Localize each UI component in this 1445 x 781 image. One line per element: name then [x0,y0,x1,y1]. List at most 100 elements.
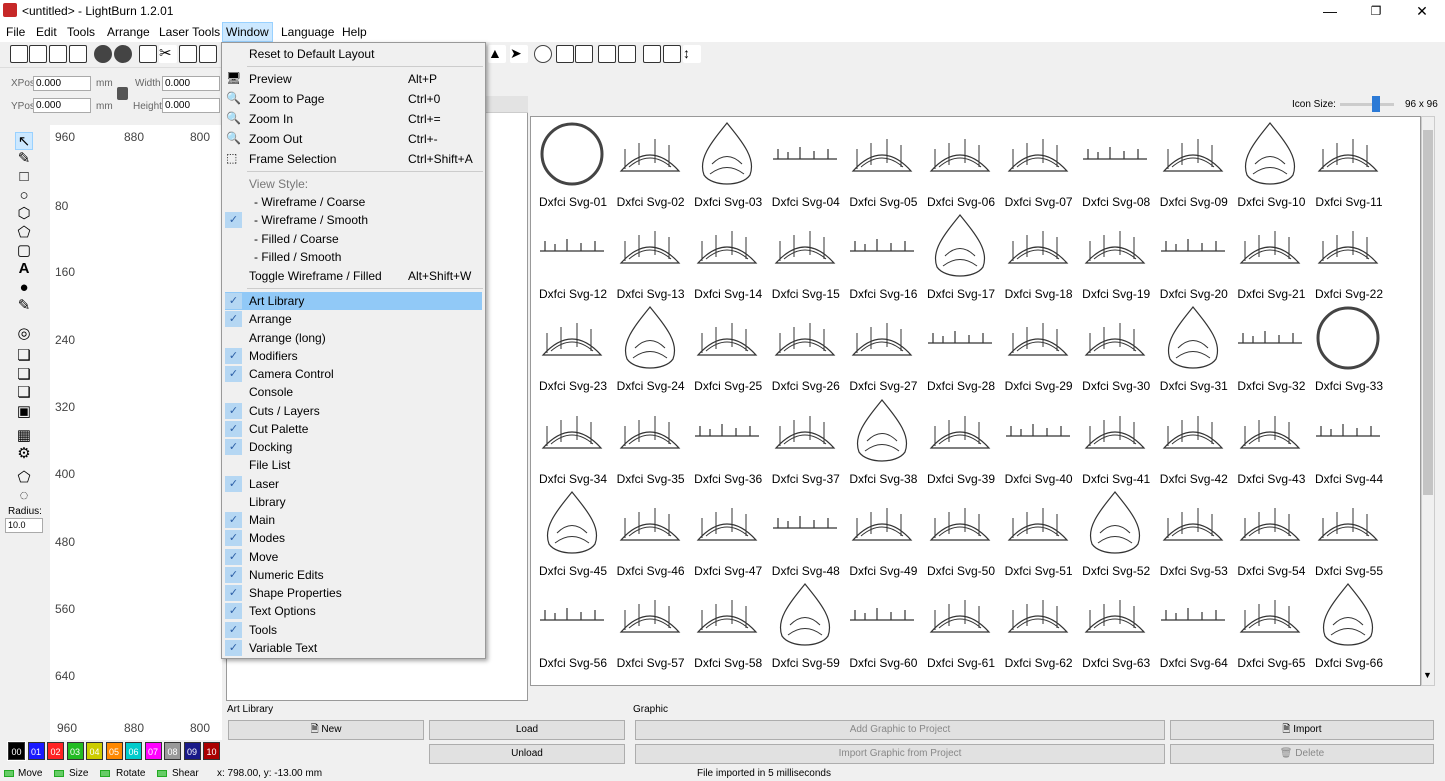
art-item[interactable]: Dxfci Svg-34 [533,394,610,486]
polygon-icon[interactable]: ⬡ [15,205,33,223]
paste-icon[interactable] [179,45,197,63]
menu-item-preview[interactable]: 🖥 Preview Alt+P [222,70,485,88]
menu-item-panel[interactable]: Console [222,383,485,401]
maximize-icon[interactable]: ❐ [1353,0,1399,22]
menu-item-zoom-out[interactable]: 🔍 Zoom Out Ctrl+- [222,130,485,148]
palette-swatch[interactable]: 01 [27,742,45,760]
scrollbar-thumb[interactable] [1423,130,1433,495]
menu-item-toggle-wireframe[interactable]: Toggle Wireframe / Filled Alt+Shift+W [222,267,485,285]
art-item[interactable]: Dxfci Svg-17 [921,209,998,301]
add-graphic-button[interactable]: Add Graphic to Project [635,720,1165,740]
menu-item-frame-selection[interactable]: ⬚ Frame Selection Ctrl+Shift+A [222,150,485,168]
art-item[interactable]: Dxfci Svg-23 [533,301,610,393]
boolean-diff-icon[interactable]: ❏ [15,366,33,384]
shear-toggle-icon[interactable] [157,770,167,777]
fillet-icon[interactable]: ◌ [15,487,33,505]
save-icon[interactable] [49,45,67,63]
art-item[interactable]: Dxfci Svg-40 [999,394,1076,486]
menu-item-filled-smooth[interactable]: - Filled / Smooth [222,248,485,266]
art-item[interactable]: Dxfci Svg-20 [1154,209,1231,301]
menu-arrange[interactable]: Arrange [107,25,150,39]
rectangle-icon[interactable]: □ [15,168,33,186]
measure-icon[interactable]: ✎ [15,297,33,315]
art-item[interactable]: Dxfci Svg-64 [1154,578,1231,670]
menu-item-panel[interactable]: ✓ Modes [222,529,485,547]
art-item[interactable]: Dxfci Svg-44 [1309,394,1386,486]
palette-swatch[interactable]: 07 [144,742,162,760]
shape-icon[interactable]: ⬠ [15,224,33,242]
menu-tools[interactable]: Tools [67,25,95,39]
redo-icon[interactable] [114,45,132,63]
palette-swatch[interactable]: 03 [66,742,84,760]
menu-item-panel[interactable]: ✓ Docking [222,438,485,456]
menu-laser-tools[interactable]: Laser Tools [159,25,220,39]
art-item[interactable]: Dxfci Svg-02 [611,117,688,209]
art-item[interactable]: Dxfci Svg-09 [1154,117,1231,209]
art-item[interactable]: Dxfci Svg-16 [843,209,920,301]
new-file-icon[interactable] [10,45,28,63]
art-item[interactable]: Dxfci Svg-52 [1076,486,1153,578]
art-item[interactable]: Dxfci Svg-11 [1309,117,1386,209]
art-item[interactable]: Dxfci Svg-42 [1154,394,1231,486]
minimize-icon[interactable]: — [1307,0,1353,22]
art-item[interactable]: Dxfci Svg-36 [688,394,765,486]
rotate-toggle-icon[interactable] [100,770,110,777]
art-item[interactable]: Dxfci Svg-60 [843,578,920,670]
align-icon[interactable] [556,45,574,63]
art-item[interactable]: Dxfci Svg-38 [843,394,920,486]
menu-window[interactable]: Window [222,22,273,42]
art-item[interactable]: Dxfci Svg-54 [1231,486,1308,578]
art-item[interactable]: Dxfci Svg-39 [921,394,998,486]
align-center-icon[interactable] [618,45,636,63]
menu-item-panel[interactable]: ✓ Cuts / Layers [222,402,485,420]
menu-item-panel[interactable]: ✓ Tools [222,621,485,639]
art-item[interactable]: Dxfci Svg-49 [843,486,920,578]
menu-item-filled-coarse[interactable]: - Filled / Coarse [222,230,485,248]
scroll-down-icon[interactable]: ▼ [1423,670,1432,680]
art-item[interactable]: Dxfci Svg-26 [766,301,843,393]
art-item[interactable]: Dxfci Svg-58 [688,578,765,670]
art-item[interactable]: Dxfci Svg-55 [1309,486,1386,578]
art-item[interactable]: Dxfci Svg-56 [533,578,610,670]
art-item[interactable]: Dxfci Svg-07 [999,117,1076,209]
art-item[interactable]: Dxfci Svg-47 [688,486,765,578]
import-graphic-button[interactable]: Import Graphic from Project [635,744,1165,764]
import-button[interactable]: 🗎 Import [1170,720,1434,740]
art-item[interactable]: Dxfci Svg-45 [533,486,610,578]
art-item[interactable]: Dxfci Svg-13 [611,209,688,301]
distribute-icon[interactable] [575,45,593,63]
new-library-button[interactable]: 🗎 New [228,720,424,740]
load-library-button[interactable]: Load [429,720,625,740]
art-item[interactable]: Dxfci Svg-31 [1154,301,1231,393]
art-item[interactable]: Dxfci Svg-41 [1076,394,1153,486]
art-item[interactable]: Dxfci Svg-12 [533,209,610,301]
art-item[interactable]: Dxfci Svg-35 [611,394,688,486]
position-icon[interactable]: ● [15,279,33,297]
menu-item-zoom-in[interactable]: 🔍 Zoom In Ctrl+= [222,110,485,128]
radius-input[interactable]: 10.0 [5,518,43,533]
menu-item-wireframe-smooth[interactable]: ✓ - Wireframe / Smooth [222,211,485,229]
palette-swatch[interactable]: 04 [86,742,103,760]
move-icon[interactable]: ↕ [683,45,701,63]
height-input[interactable]: 0.000 [162,98,220,113]
menu-language[interactable]: Language [281,25,334,39]
palette-swatch[interactable]: 06 [125,742,142,760]
menu-item-panel[interactable]: ✓ Art Library [225,292,482,310]
menu-item-panel[interactable]: ✓ Camera Control [222,365,485,383]
menu-item-panel[interactable]: Library [222,493,485,511]
art-item[interactable]: Dxfci Svg-29 [999,301,1076,393]
text-icon[interactable]: A [15,260,33,278]
palette-swatch[interactable]: 09 [183,742,201,760]
lock-icon[interactable] [117,87,128,100]
art-item[interactable]: Dxfci Svg-61 [921,578,998,670]
menu-file[interactable]: File [6,25,25,39]
delete-icon[interactable] [199,45,217,63]
menu-item-panel[interactable]: ✓ Cut Palette [222,420,485,438]
menu-help[interactable]: Help [342,25,367,39]
art-item[interactable]: Dxfci Svg-27 [843,301,920,393]
art-item[interactable]: Dxfci Svg-53 [1154,486,1231,578]
art-item[interactable]: Dxfci Svg-25 [688,301,765,393]
art-item[interactable]: Dxfci Svg-48 [766,486,843,578]
size-toggle-icon[interactable] [54,770,64,777]
close-icon[interactable]: ✕ [1399,0,1445,22]
